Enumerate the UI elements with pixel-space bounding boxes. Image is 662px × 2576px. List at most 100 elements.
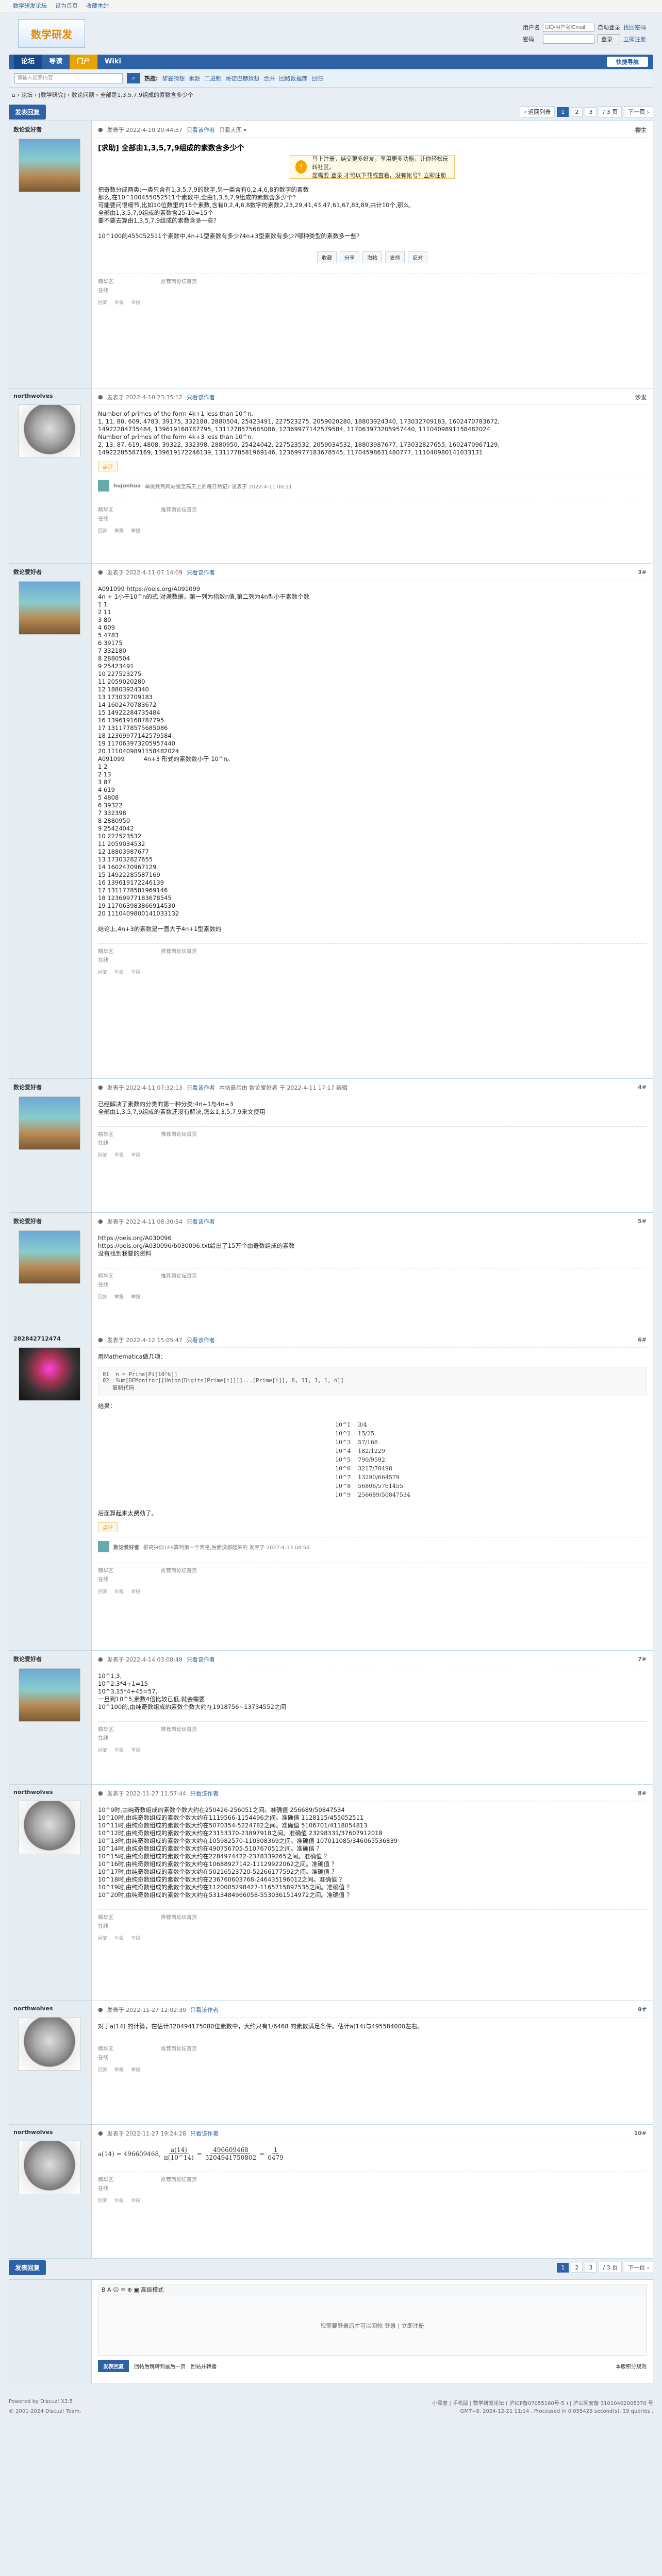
author-name[interactable]: 数论爱好者: [13, 1083, 87, 1091]
only-author-link[interactable]: 只看该作者: [187, 1336, 215, 1344]
rules-link[interactable]: 本版积分规则: [616, 2362, 647, 2370]
back-to-list-button[interactable]: ‹ 返回列表: [520, 106, 555, 117]
submit-reply-button[interactable]: 发表回复: [98, 2360, 129, 2372]
topbar-link-home[interactable]: 数学研发论坛: [13, 0, 47, 12]
action-button[interactable]: 分享: [340, 251, 359, 263]
only-author-link[interactable]: 只看该作者: [187, 1217, 215, 1226]
signature-item[interactable]: 推荐到论坛首页: [161, 505, 223, 513]
avatar[interactable]: [19, 1096, 80, 1150]
avatar[interactable]: [19, 1347, 80, 1401]
author-name[interactable]: northwolves: [13, 2005, 87, 2012]
action-button[interactable]: 淘帖: [362, 251, 382, 263]
signature-item[interactable]: 精华区: [98, 277, 160, 285]
hot-search-item[interactable]: 合并: [263, 74, 275, 82]
forgot-password-link[interactable]: 找回密码: [623, 23, 646, 31]
author-name[interactable]: 数论爱好者: [13, 1217, 87, 1225]
commenter-avatar[interactable]: [98, 480, 109, 492]
signature-item[interactable]: 精华区: [98, 505, 160, 513]
author-name[interactable]: 数论爱好者: [13, 568, 87, 576]
signature-item[interactable]: 精华区: [98, 1725, 160, 1733]
next-page-button[interactable]: 下一页 ›: [624, 2262, 653, 2273]
signature-item[interactable]: [161, 1139, 223, 1146]
post-footer-link[interactable]: 回复: [98, 527, 107, 534]
hot-search-item[interactable]: 哥德巴赫猜想: [225, 74, 259, 82]
post-footer-link[interactable]: 举报: [114, 299, 124, 306]
avatar[interactable]: [19, 1668, 80, 1722]
jump-last-page-checkbox[interactable]: 回帖后跳转到最后一页: [134, 2362, 186, 2370]
post-footer-link[interactable]: 举报: [114, 1293, 124, 1300]
signature-item[interactable]: 精华区: [98, 1130, 160, 1138]
only-author-link[interactable]: 只看该作者: [187, 1083, 215, 1092]
post-footer-link[interactable]: 举报: [131, 969, 140, 975]
avatar[interactable]: [19, 1230, 80, 1284]
floor-number[interactable]: 沙发: [635, 393, 647, 401]
post-footer-link[interactable]: 举报: [114, 1747, 124, 1753]
nav-portal[interactable]: 门户: [70, 55, 98, 69]
signature-item[interactable]: 推荐到论坛首页: [161, 277, 223, 285]
only-author-link[interactable]: 只看该作者: [190, 2129, 219, 2138]
avatar[interactable]: [19, 2017, 80, 2071]
action-button[interactable]: 收藏: [317, 251, 337, 263]
signature-item[interactable]: 精华区: [98, 1913, 160, 1921]
signature-item[interactable]: [161, 1922, 223, 1929]
floor-number[interactable]: 4#: [638, 1084, 647, 1091]
signature-item[interactable]: 在线: [98, 2184, 160, 2192]
register-link[interactable]: 立即注册: [623, 35, 646, 43]
post-footer-link[interactable]: 回复: [98, 299, 107, 306]
post-footer-link[interactable]: 举报: [131, 299, 140, 306]
post-footer-link[interactable]: 举报: [114, 2066, 124, 2073]
signature-item[interactable]: 在线: [98, 1922, 160, 1929]
floor-number[interactable]: 8#: [638, 1790, 647, 1797]
post-footer-link[interactable]: 回复: [98, 1293, 107, 1300]
signature-item[interactable]: 推荐到论坛首页: [161, 1272, 223, 1279]
post-footer-link[interactable]: 举报: [131, 1151, 140, 1158]
signature-item[interactable]: 精华区: [98, 947, 160, 955]
page-1[interactable]: 1: [557, 2262, 569, 2273]
post-footer-link[interactable]: 举报: [114, 1935, 124, 1941]
author-name[interactable]: northwolves: [13, 393, 87, 399]
signature-item[interactable]: [161, 1575, 223, 1583]
post-footer-link[interactable]: 回复: [98, 1588, 107, 1595]
topbar-link-bookmark[interactable]: 收藏本站: [86, 0, 109, 12]
signature-item[interactable]: [161, 1280, 223, 1288]
author-name[interactable]: 282842712474: [13, 1335, 87, 1342]
signature-item[interactable]: [161, 514, 223, 522]
signature-item[interactable]: 在线: [98, 1734, 160, 1741]
signature-item[interactable]: [161, 1734, 223, 1741]
only-author-link[interactable]: 只看该作者: [187, 126, 215, 134]
page-3[interactable]: 3: [585, 107, 597, 117]
avatar[interactable]: [19, 404, 80, 458]
breadcrumb[interactable]: ⌂ › 论坛 › [数学研究] › 数论问题 › 全部是1,3,5,7,9组成的…: [9, 88, 653, 103]
quick-nav-button[interactable]: 快捷导航: [607, 57, 648, 67]
signature-item[interactable]: 在线: [98, 1139, 160, 1146]
nav-wiki[interactable]: Wiki: [97, 55, 128, 69]
post-footer-link[interactable]: 举报: [114, 969, 124, 975]
signature-item[interactable]: 推荐到论坛首页: [161, 947, 223, 955]
floor-number[interactable]: 7#: [638, 1656, 647, 1663]
commenter-name[interactable]: 数论爱好者: [113, 1543, 139, 1551]
topbar-link-homepage[interactable]: 设为首页: [55, 0, 78, 12]
signature-item[interactable]: 在线: [98, 514, 160, 522]
footer-links[interactable]: 小黑屋 | 手机版 | 数学研发论坛 ( 沪ICP备07055160号-5 ) …: [432, 2399, 653, 2406]
floor-number[interactable]: 10#: [634, 2130, 647, 2137]
signature-item[interactable]: 在线: [98, 2053, 160, 2061]
remember-checkbox[interactable]: 自动登录: [598, 23, 620, 31]
post-footer-link[interactable]: 回复: [98, 2197, 107, 2204]
password-input[interactable]: [543, 35, 594, 44]
post-footer-link[interactable]: 举报: [131, 1588, 140, 1595]
reply-textarea[interactable]: 您需要登录后才可以回帖 登录 | 立即注册: [98, 2295, 647, 2356]
avatar[interactable]: [19, 2141, 80, 2194]
signature-item[interactable]: 精华区: [98, 2044, 160, 2052]
post-footer-link[interactable]: 举报: [131, 1293, 140, 1300]
page-2[interactable]: 2: [571, 2262, 583, 2273]
reply-button[interactable]: 发表回复: [9, 104, 46, 120]
signature-item[interactable]: 在线: [98, 956, 160, 963]
order-select[interactable]: 只看大图 ▾: [219, 126, 246, 134]
author-name[interactable]: northwolves: [13, 1789, 87, 1795]
signature-item[interactable]: [161, 2053, 223, 2061]
signature-item[interactable]: 推荐到论坛首页: [161, 2044, 223, 2052]
author-name[interactable]: 数论爱好者: [13, 1655, 87, 1663]
floor-number[interactable]: 9#: [638, 2006, 647, 2013]
avatar[interactable]: [19, 1801, 80, 1854]
avatar[interactable]: [19, 581, 80, 635]
